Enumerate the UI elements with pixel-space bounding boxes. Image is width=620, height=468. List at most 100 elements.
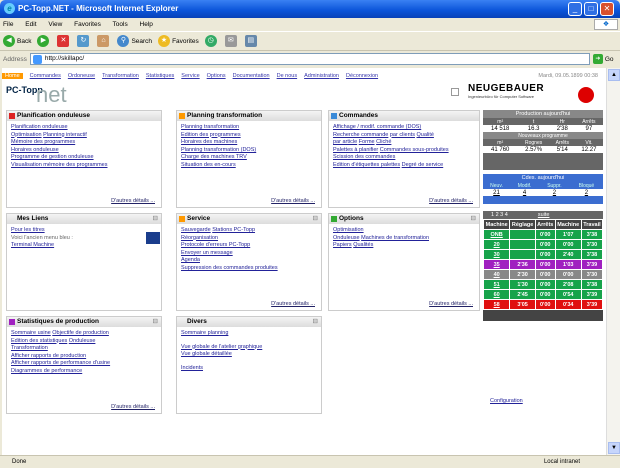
nav-statistiques[interactable]: Statistiques — [146, 73, 174, 79]
minimize-button[interactable]: _ — [568, 2, 582, 16]
link-edition-programmes[interactable]: Edition des programmes — [181, 132, 241, 138]
nav-de-nous[interactable]: De nous — [277, 73, 298, 79]
nav-service[interactable]: Service — [181, 73, 199, 79]
print-button[interactable]: ▤ — [244, 35, 259, 47]
link-programme-gestion[interactable]: Programme de gestion onduleuse — [11, 154, 94, 160]
favorites-button[interactable]: ★ Favorites — [158, 35, 199, 47]
link-charge-machines[interactable]: Charge des machines TRV — [181, 154, 247, 160]
terminal-icon[interactable] — [146, 232, 160, 244]
link-objectife[interactable]: Objectife de production — [52, 330, 109, 336]
link-vue-globale-detaillee[interactable]: Vue globale détaillée — [181, 351, 232, 357]
menu-view[interactable]: View — [48, 21, 62, 28]
scroll-down-icon[interactable]: ▼ — [608, 442, 620, 454]
machine-id[interactable]: ONB — [482, 229, 511, 240]
more-options[interactable]: D'autres détails ... — [429, 301, 473, 307]
orders-modified[interactable]: 4 — [510, 189, 540, 196]
link-horaires[interactable]: Horaires onduleuse — [11, 147, 59, 153]
link-optimisation[interactable]: Optimisation — [11, 132, 42, 138]
go-button[interactable]: Go — [605, 56, 614, 63]
link-onduleuse-stats[interactable]: Onduleuse — [69, 338, 96, 344]
more-planning[interactable]: D'autres détails ... — [271, 198, 315, 204]
close-button[interactable]: ✕ — [600, 2, 614, 16]
link-planning-transformation[interactable]: Planning transformation — [181, 124, 239, 130]
search-button[interactable]: ⚲ Search — [117, 35, 152, 47]
link-machines-transformation[interactable]: Machines de transformation — [361, 235, 429, 241]
link-papiers[interactable]: Papiers — [333, 242, 352, 248]
orders-deleted[interactable]: 2 — [539, 189, 570, 196]
more-service[interactable]: D'autres détails ... — [271, 301, 315, 307]
link-envoyer-message[interactable]: Envoyer un message — [181, 250, 233, 256]
link-onduleuse[interactable]: Onduleuse — [333, 235, 360, 241]
link-qualites[interactable]: Qualités — [353, 242, 373, 248]
link-etiquettes[interactable]: Edition d'étiquettes palettes — [333, 162, 400, 168]
machine-id[interactable]: 51 — [482, 279, 511, 290]
address-input[interactable]: http://skillapc/ — [29, 53, 590, 65]
link-suppression[interactable]: Suppression des commandes produites — [181, 265, 278, 271]
machine-id[interactable]: 30 — [482, 249, 511, 260]
link-sommaire-planning[interactable]: Sommaire planning — [181, 330, 228, 336]
maximize-button[interactable]: □ — [584, 2, 598, 16]
link-titres[interactable]: Pour les titres — [11, 227, 45, 233]
link-sauvegarde[interactable]: Sauvegarde — [181, 227, 211, 233]
link-rapports-production[interactable]: Afficher rapports de production — [11, 353, 86, 359]
vertical-scrollbar[interactable]: ▲ ▼ — [606, 68, 620, 455]
link-cliche[interactable]: Cliché — [376, 139, 391, 145]
link-scission[interactable]: Scission des commandes — [333, 154, 395, 160]
nav-ordoneuse[interactable]: Ordoneuse — [68, 73, 95, 79]
link-rapports-performance[interactable]: Afficher rapports de performance d'usine — [11, 360, 110, 366]
link-planification[interactable]: Planification onduleuse — [11, 124, 68, 130]
machine-id[interactable]: 20 — [482, 239, 511, 250]
link-par-article[interactable]: par article — [333, 139, 357, 145]
menu-help[interactable]: Help — [140, 21, 153, 28]
orders-blocked[interactable]: 2 — [569, 189, 603, 196]
nav-administration[interactable]: Administration — [304, 73, 339, 79]
link-protocole-erreurs[interactable]: Protocole d'erreurs PC-Topp — [181, 242, 250, 248]
link-planning-dos[interactable]: Planning transformation (DOS) — [181, 147, 256, 153]
nav-commandes[interactable]: Commandes — [30, 73, 61, 79]
nav-deconnexion[interactable]: Déconnexion — [346, 73, 378, 79]
link-horaires-machines[interactable]: Horaires des machines — [181, 139, 237, 145]
link-recherche-commande[interactable]: Recherche commande — [333, 132, 388, 138]
forward-button[interactable]: ▶ — [37, 35, 51, 47]
more-statistiques[interactable]: D'autres détails ... — [111, 404, 155, 410]
nav-transformation[interactable]: Transformation — [102, 73, 139, 79]
nav-home[interactable]: Home — [2, 73, 23, 79]
menu-file[interactable]: File — [3, 21, 13, 28]
history-button[interactable]: ◷ — [204, 35, 219, 47]
link-incidents[interactable]: Incidents — [181, 365, 203, 371]
link-stations[interactable]: Stations PC-Topp — [212, 227, 255, 233]
nav-options[interactable]: Options — [207, 73, 226, 79]
link-vue-globale-atelier[interactable]: Vue globale de l'atelier graphique — [181, 344, 262, 350]
link-memoire[interactable]: Mémoire des programmes — [11, 139, 75, 145]
machine-id[interactable]: 58 — [482, 299, 511, 310]
link-edition-stats[interactable]: Edition des statistiques — [11, 338, 67, 344]
menu-edit[interactable]: Edit — [25, 21, 36, 28]
link-sommaire-usine[interactable]: Sommaire usine — [11, 330, 51, 336]
stop-button[interactable]: ✕ — [57, 35, 71, 47]
home-button[interactable]: ⌂ — [97, 35, 111, 47]
orders-new[interactable]: 21 — [483, 189, 511, 196]
link-qualite[interactable]: Qualité — [416, 132, 433, 138]
machine-id[interactable]: 35 — [482, 259, 511, 270]
back-button[interactable]: ◀ Back — [3, 35, 31, 47]
mail-button[interactable]: ✉ — [224, 35, 239, 47]
link-degre-service[interactable]: Degré de service — [402, 162, 444, 168]
link-par-clients[interactable]: par clients — [390, 132, 415, 138]
collapse-icon[interactable]: ⊟ — [471, 214, 476, 224]
collapse-icon[interactable]: ⊟ — [313, 214, 318, 224]
link-reorganisation[interactable]: Réorganisation — [181, 235, 218, 241]
collapse-icon[interactable]: ⊟ — [153, 214, 158, 224]
link-planning-interactif[interactable]: Planning interactif — [43, 132, 87, 138]
link-situation-encours[interactable]: Situation des en-cours — [181, 162, 236, 168]
link-affichage-commande[interactable]: Affichage / modif. commande (DOS) — [333, 124, 421, 130]
link-agenda[interactable]: Agenda — [181, 257, 200, 263]
more-planification[interactable]: D'autres détails ... — [111, 198, 155, 204]
link-diagrammes[interactable]: Diagrammes de performance — [11, 368, 82, 374]
link-forme[interactable]: Forme — [359, 139, 375, 145]
machines-suite-link[interactable]: suite — [538, 212, 550, 218]
scroll-up-icon[interactable]: ▲ — [608, 69, 620, 81]
print-page-icon[interactable] — [451, 88, 459, 96]
configuration-link[interactable]: Configuration — [490, 398, 523, 404]
machine-id[interactable]: 40 — [482, 269, 511, 280]
machines-pages[interactable]: 1 2 3 4 — [491, 212, 508, 218]
